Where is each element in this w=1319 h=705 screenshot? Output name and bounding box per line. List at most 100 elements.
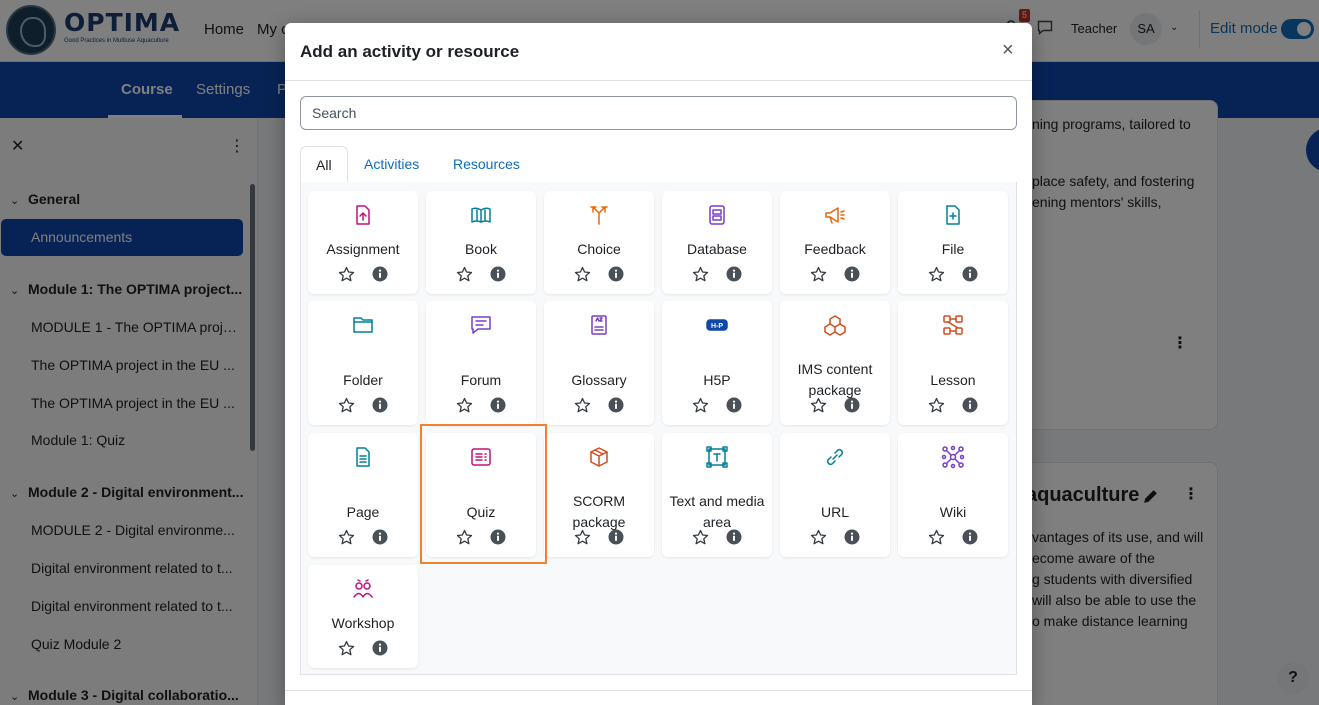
- activity-tile-forum[interactable]: Forum: [426, 301, 536, 425]
- database-icon: [709, 205, 725, 225]
- page-icon: [356, 447, 370, 467]
- info-icon[interactable]: [490, 529, 506, 545]
- info-icon[interactable]: [726, 397, 742, 413]
- star-icon[interactable]: [574, 266, 591, 283]
- star-icon[interactable]: [574, 529, 591, 546]
- activity-tile-glossary[interactable]: Glossary: [544, 301, 654, 425]
- link-icon: [826, 448, 844, 466]
- ims-package-icon: [824, 315, 846, 336]
- star-icon[interactable]: [810, 266, 827, 283]
- glossary-icon: [591, 315, 607, 335]
- info-icon[interactable]: [726, 529, 742, 545]
- activity-tile-scorm-package[interactable]: SCORM package: [544, 433, 654, 557]
- modal-header: Add an activity or resource ×: [285, 23, 1032, 81]
- activity-tile-quiz[interactable]: Quiz: [426, 433, 536, 557]
- feedback-icon: [825, 207, 845, 224]
- activity-tile-file[interactable]: File: [898, 191, 1008, 294]
- activity-name: Text and media area: [669, 493, 765, 530]
- activity-tile-lesson[interactable]: Lesson: [898, 301, 1008, 425]
- close-icon[interactable]: ×: [1002, 39, 1014, 62]
- info-icon[interactable]: [962, 529, 978, 545]
- info-icon[interactable]: [844, 529, 860, 545]
- star-icon[interactable]: [692, 529, 709, 546]
- choice-icon: [590, 206, 608, 225]
- info-icon[interactable]: [608, 397, 624, 413]
- info-icon[interactable]: [372, 266, 388, 282]
- activity-tile-book[interactable]: Book: [426, 191, 536, 294]
- activity-tile-database[interactable]: Database: [662, 191, 772, 294]
- activity-tile-assignment[interactable]: Assignment: [308, 191, 418, 294]
- info-icon[interactable]: [844, 397, 860, 413]
- activity-name: Forum: [460, 372, 502, 388]
- info-icon[interactable]: [962, 266, 978, 282]
- modal-title: Add an activity or resource: [300, 42, 520, 61]
- activity-tile-url[interactable]: URL: [780, 433, 890, 557]
- activity-chooser-modal: Add an activity or resource × All Activi…: [285, 23, 1032, 705]
- modal-footer-divider: [285, 690, 1032, 691]
- info-icon[interactable]: [962, 397, 978, 413]
- activity-name: Feedback: [804, 241, 866, 257]
- activity-name: Quiz: [466, 504, 496, 520]
- tab-activities[interactable]: Activities: [349, 146, 434, 183]
- star-icon[interactable]: [338, 397, 355, 414]
- activity-name: Lesson: [930, 372, 976, 388]
- activity-name: Page: [346, 504, 380, 520]
- info-icon[interactable]: [608, 529, 624, 545]
- search-input[interactable]: [300, 96, 1017, 130]
- activity-tile-h5p[interactable]: H-P H5P: [662, 301, 772, 425]
- activity-tile-workshop[interactable]: Workshop: [308, 565, 418, 668]
- activity-name: Book: [465, 241, 497, 257]
- activity-tile-text-and-media-area[interactable]: Text and media area: [662, 433, 772, 557]
- activity-name: Database: [687, 241, 747, 257]
- activity-tile-folder[interactable]: Folder: [308, 301, 418, 425]
- tab-resources[interactable]: Resources: [438, 146, 535, 183]
- h5p-icon: H-P: [706, 319, 728, 331]
- star-icon[interactable]: [456, 529, 473, 546]
- star-icon[interactable]: [810, 397, 827, 414]
- star-icon[interactable]: [692, 266, 709, 283]
- activity-name: H5P: [703, 372, 731, 388]
- star-icon[interactable]: [692, 397, 709, 414]
- star-icon[interactable]: [338, 640, 355, 657]
- activity-name: URL: [820, 504, 849, 520]
- lesson-icon: [943, 315, 963, 335]
- info-icon[interactable]: [372, 397, 388, 413]
- info-icon[interactable]: [608, 266, 624, 282]
- svg-text:H-P: H-P: [711, 323, 723, 330]
- info-icon[interactable]: [844, 266, 860, 282]
- text-media-icon: [706, 446, 728, 468]
- activity-name: Wiki: [939, 504, 967, 520]
- activity-tile-page[interactable]: Page: [308, 433, 418, 557]
- forum-icon: [471, 316, 491, 334]
- tab-all[interactable]: All: [300, 146, 348, 184]
- activity-grid: Assignment Book Choice Database Feedback File…: [300, 182, 1017, 675]
- star-icon[interactable]: [928, 266, 945, 283]
- book-icon: [471, 207, 491, 223]
- info-icon[interactable]: [490, 397, 506, 413]
- activity-name: SCORM package: [572, 493, 626, 530]
- activity-tile-wiki[interactable]: Wiki: [898, 433, 1008, 557]
- star-icon[interactable]: [810, 529, 827, 546]
- star-icon[interactable]: [338, 266, 355, 283]
- info-icon[interactable]: [372, 640, 388, 656]
- assignment-icon: [356, 205, 370, 225]
- star-icon[interactable]: [928, 397, 945, 414]
- info-icon[interactable]: [372, 529, 388, 545]
- star-icon[interactable]: [456, 266, 473, 283]
- wiki-icon: [941, 445, 965, 469]
- activity-tile-ims-content-package[interactable]: IMS content package: [780, 301, 890, 425]
- activity-tile-choice[interactable]: Choice: [544, 191, 654, 294]
- activity-name: IMS content package: [797, 361, 873, 398]
- star-icon[interactable]: [456, 397, 473, 414]
- folder-icon: [353, 317, 373, 333]
- activity-name: Choice: [577, 241, 621, 257]
- activity-name: Folder: [343, 372, 383, 388]
- info-icon[interactable]: [490, 266, 506, 282]
- info-icon[interactable]: [726, 266, 742, 282]
- activity-tile-feedback[interactable]: Feedback: [780, 191, 890, 294]
- activity-name: Assignment: [326, 241, 400, 257]
- star-icon[interactable]: [928, 529, 945, 546]
- star-icon[interactable]: [574, 397, 591, 414]
- scorm-icon: [590, 447, 608, 467]
- star-icon[interactable]: [338, 529, 355, 546]
